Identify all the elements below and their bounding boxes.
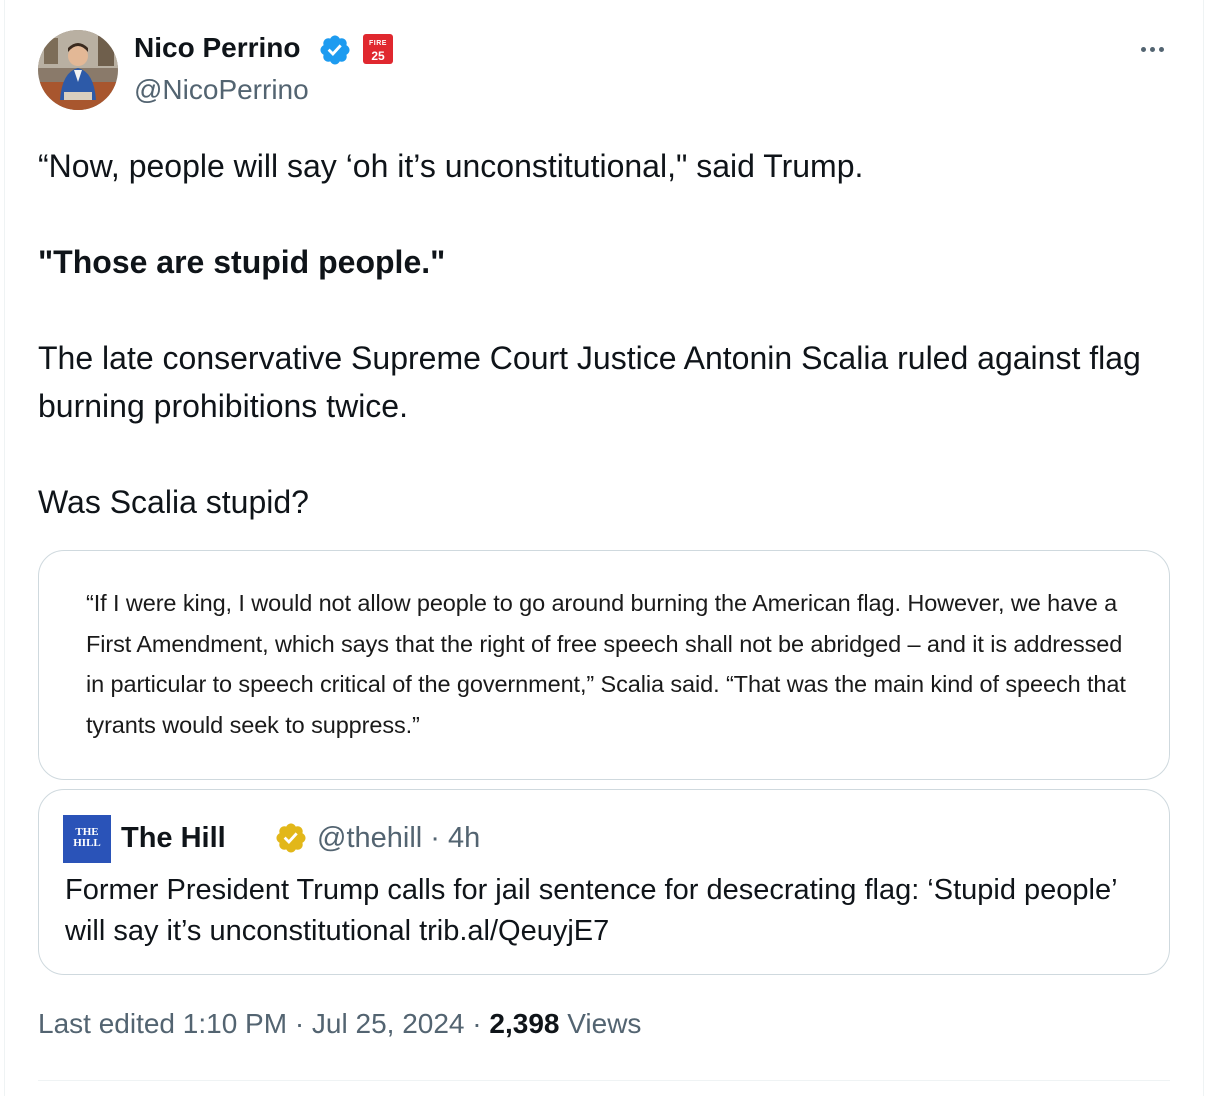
verified-badge-icon[interactable] bbox=[318, 33, 352, 67]
views-label: Views bbox=[559, 1008, 642, 1039]
image-quote-text: “If I were king, I would not allow peopl… bbox=[86, 590, 1126, 738]
author-avatar[interactable] bbox=[38, 30, 118, 110]
tweet-text-line-3: The late conservative Supreme Court Just… bbox=[38, 340, 1141, 424]
quoted-tweet-card[interactable]: THE HILL The Hill @thehill · 4h Former P… bbox=[38, 789, 1170, 975]
divider bbox=[38, 1080, 1170, 1081]
affiliate-badge-line2: 25 bbox=[371, 49, 385, 63]
avatar-image bbox=[38, 30, 118, 110]
author-handle[interactable]: @NicoPerrino bbox=[134, 74, 309, 106]
the-hill-logo-text: THE HILL bbox=[73, 826, 101, 849]
tweet-text-line-4: Was Scalia stupid? bbox=[38, 484, 309, 520]
quoted-author-name[interactable]: The Hill bbox=[121, 822, 226, 855]
more-options-icon[interactable] bbox=[1130, 34, 1174, 64]
edited-timestamp[interactable]: Last edited 1:10 PM · Jul 25, 2024 · bbox=[38, 1008, 489, 1039]
affiliate-badge-icon[interactable]: FIRE 25 bbox=[363, 34, 393, 64]
tweet-text-line-2: "Those are stupid people." bbox=[38, 244, 446, 280]
the-hill-logo-icon[interactable]: THE HILL bbox=[63, 815, 111, 863]
tweet-text-line-1: “Now, people will say ‘oh it’s unconstit… bbox=[38, 148, 864, 184]
views-count[interactable]: 2,398 bbox=[489, 1008, 559, 1039]
gold-verified-badge-icon bbox=[276, 823, 306, 853]
quoted-tweet-text: Former President Trump calls for jail se… bbox=[65, 874, 1117, 947]
author-name[interactable]: Nico Perrino bbox=[134, 32, 300, 64]
tweet-metadata: Last edited 1:10 PM · Jul 25, 2024 · 2,3… bbox=[38, 1008, 641, 1040]
attached-image[interactable]: “If I were king, I would not allow peopl… bbox=[38, 550, 1170, 780]
quoted-author-handle[interactable]: @thehill · 4h bbox=[317, 822, 480, 855]
affiliate-badge-line1: FIRE bbox=[369, 40, 387, 47]
